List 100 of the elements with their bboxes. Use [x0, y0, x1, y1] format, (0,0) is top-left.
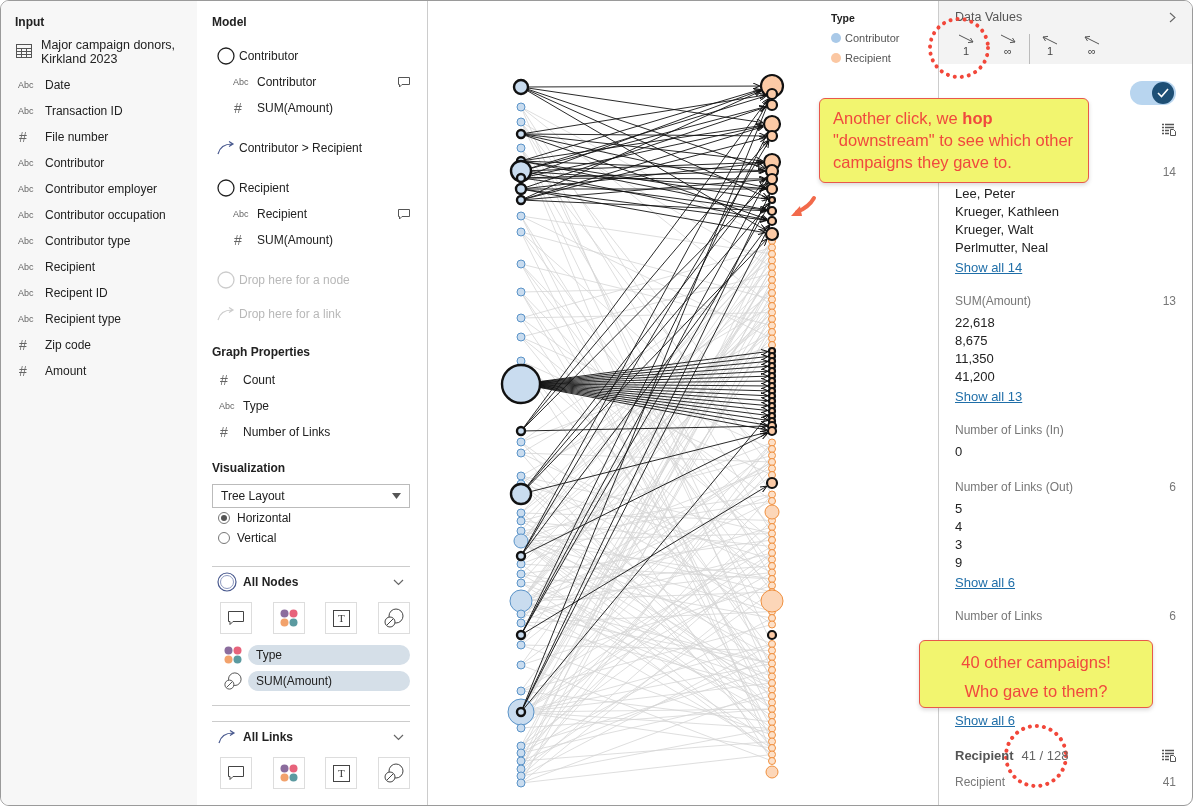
field-item[interactable]: Amount	[45, 364, 87, 378]
field-item[interactable]: SUM(Amount)	[257, 233, 410, 247]
field-name: Recipient	[955, 775, 1007, 789]
chevron-right-icon[interactable]	[1169, 11, 1176, 23]
field-count: 6	[1169, 609, 1176, 623]
tooltip-icon[interactable]	[398, 76, 410, 88]
field-item[interactable]: Zip code	[45, 338, 92, 352]
list-icon[interactable]	[1162, 748, 1176, 762]
field-item[interactable]: Contributor employer	[45, 182, 158, 196]
upstream-hop-button[interactable]: ∞	[1081, 34, 1109, 64]
radio-label: Vertical	[237, 531, 277, 545]
field-item[interactable]: Contributor	[45, 156, 105, 170]
downstream-hop-button[interactable]: ∞	[997, 34, 1025, 64]
node-label[interactable]: Contributor	[239, 49, 299, 63]
field-type-marker: Abc	[232, 209, 250, 219]
field-value: 22,618	[955, 314, 996, 332]
size-encoding-button[interactable]	[377, 602, 410, 634]
field-type-marker: Abc	[17, 184, 35, 194]
color-dots-icon	[224, 646, 242, 664]
legend-label: Contributor	[845, 32, 900, 44]
encoding-pill[interactable]: SUM(Amount)	[248, 671, 410, 691]
radio-label: Horizontal	[237, 511, 292, 525]
speech-bubble-icon	[228, 610, 244, 626]
tooltip-icon[interactable]	[398, 208, 410, 220]
tooltip-encoding-button[interactable]	[220, 757, 252, 789]
field-type-marker: #	[219, 372, 229, 388]
field-value: Krueger, Walt	[955, 221, 1035, 239]
table-icon	[16, 44, 32, 58]
legend-label: Recipient	[845, 52, 891, 64]
field-item[interactable]: Recipient type	[45, 312, 122, 326]
field-item[interactable]: Contributor type	[45, 234, 131, 248]
show-all-link[interactable]: Show all 14	[955, 260, 1023, 275]
section-heading: Graph Properties	[212, 345, 312, 359]
curved-arrow-icon	[217, 141, 235, 155]
link-label[interactable]: Contributor > Recipient	[239, 141, 363, 155]
size-circles-icon	[224, 672, 242, 690]
field-item[interactable]: Transaction ID	[45, 104, 123, 118]
field-item[interactable]: Recipient	[257, 207, 398, 221]
double-circle-icon	[217, 572, 237, 592]
field-value: 4	[955, 518, 964, 536]
show-all-link[interactable]: Show all 13	[955, 389, 1023, 404]
upstream-hop-button[interactable]: 1	[1029, 34, 1067, 64]
field-type-marker: Abc	[17, 106, 35, 116]
field-item[interactable]: Recipent ID	[45, 286, 108, 300]
section-heading: Visualization	[212, 461, 287, 475]
field-type-marker: Abc	[17, 210, 35, 220]
field-item[interactable]: Date	[45, 78, 71, 92]
encoding-pill[interactable]: Type	[248, 645, 410, 665]
field-item[interactable]: Contributor occupation	[45, 208, 166, 222]
field-value: Perlmutter, Neal	[955, 239, 1050, 257]
show-all-link[interactable]: Show all 6	[955, 713, 1015, 728]
field-item[interactable]: Type	[243, 399, 269, 413]
field-value: 3	[955, 536, 964, 554]
node-label[interactable]: Recipient	[239, 181, 290, 195]
color-dots-icon	[279, 764, 298, 782]
field-item[interactable]: Number of Links	[243, 425, 331, 439]
size-encoding-button[interactable]	[377, 757, 410, 789]
size-circles-icon	[383, 763, 404, 783]
legend-title: Type	[831, 12, 856, 24]
label-encoding-button[interactable]: T	[325, 757, 358, 789]
field-item[interactable]: File number	[45, 130, 109, 144]
curved-arrow-icon	[217, 307, 235, 321]
field-type-marker: Abc	[17, 314, 35, 324]
chevron-icon[interactable]	[393, 578, 404, 586]
speech-bubble-icon	[228, 765, 244, 781]
label-encoding-button[interactable]: T	[325, 602, 358, 634]
down-right-arrow-icon	[958, 34, 974, 45]
size-circles-icon	[383, 608, 404, 628]
caret-icon	[392, 493, 401, 499]
section-heading: Input	[15, 15, 46, 29]
field-type-marker: #	[233, 100, 243, 116]
field-item[interactable]: Count	[243, 373, 276, 387]
color-encoding-button[interactable]	[272, 757, 305, 789]
section-heading: Model	[212, 15, 248, 29]
field-type-marker: Abc	[17, 262, 35, 272]
up-left-arrow-icon	[1084, 34, 1100, 45]
field-value: 11,350	[955, 350, 995, 368]
field-item[interactable]: SUM(Amount)	[257, 101, 410, 115]
dataset-name[interactable]: Major campaign donors, Kirkland 2023	[41, 38, 197, 66]
tooltip-encoding-button[interactable]	[220, 602, 252, 634]
toggle-switch[interactable]	[1130, 81, 1176, 105]
field-type-marker: #	[18, 363, 28, 379]
show-all-link[interactable]: Show all 6	[955, 575, 1015, 590]
list-icon[interactable]	[1162, 122, 1176, 136]
field-item[interactable]: Recipient	[45, 260, 96, 274]
layout-dropdown[interactable]: Tree Layout	[212, 484, 410, 508]
chevron-icon[interactable]	[393, 733, 404, 741]
color-encoding-button[interactable]	[272, 602, 305, 634]
node-circle-icon	[217, 179, 235, 197]
callout-note: Another click, we hop "downstream" to see which other campaigns they gave to.	[819, 98, 1089, 183]
curved-arrow-icon	[217, 730, 237, 744]
field-type-marker: #	[18, 337, 28, 353]
callout-text: Who gave to them?	[963, 681, 1109, 702]
empty-circle-icon	[217, 271, 235, 289]
field-name: Number of Links (Out)	[955, 480, 1075, 494]
field-value: 8,675	[955, 332, 989, 350]
field-name: SUM(Amount)	[955, 294, 1032, 308]
field-value: 41,200	[955, 368, 996, 386]
field-item[interactable]: Contributor	[257, 75, 398, 89]
field-count: 14	[1162, 165, 1176, 179]
